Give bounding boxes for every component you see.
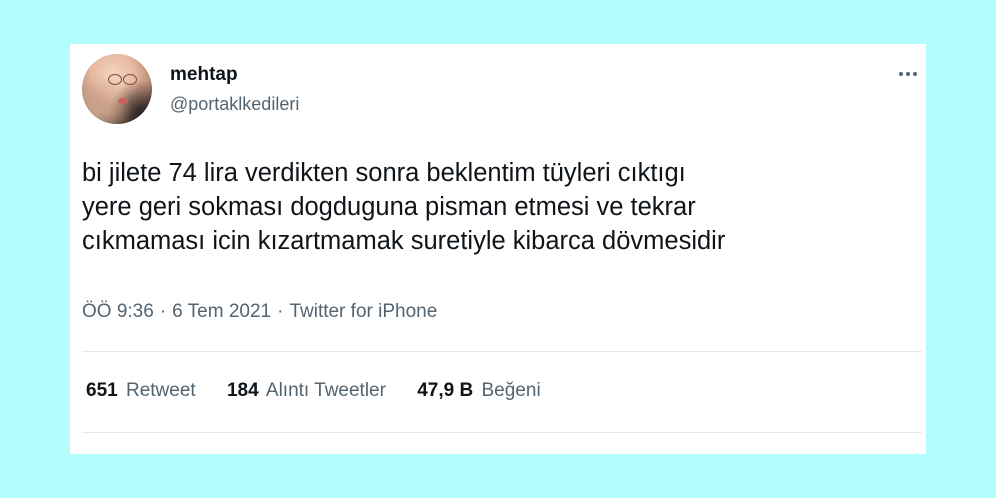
retweets-stat[interactable]: 651 Retweet xyxy=(86,380,196,402)
author-name[interactable]: mehtap xyxy=(170,64,238,86)
tweet-stats: 651 Retweet 184 Alıntı Tweetler 47,9 B B… xyxy=(86,380,567,402)
avatar-glasses xyxy=(108,74,138,85)
author-handle[interactable]: @portaklkedileri xyxy=(170,94,299,115)
tweet-source[interactable]: Twitter for iPhone xyxy=(289,301,437,322)
divider xyxy=(82,432,922,433)
quotes-stat[interactable]: 184 Alıntı Tweetler xyxy=(227,380,386,402)
tweet-date[interactable]: 6 Tem 2021 xyxy=(172,301,271,322)
likes-label: Beğeni xyxy=(481,380,541,401)
tweet-text-line-1: bi jilete 74 lira verdikten sonra beklen… xyxy=(82,159,686,187)
avatar-lips xyxy=(118,98,128,104)
more-options-button[interactable] xyxy=(894,62,922,86)
retweets-count: 651 xyxy=(86,380,118,401)
avatar-photo xyxy=(82,54,152,124)
meta-separator: · xyxy=(277,301,284,322)
avatar[interactable] xyxy=(82,54,152,124)
tweet-text-line-3: cıkmaması icin kızartmamak suretiyle kib… xyxy=(82,227,726,255)
meta-separator: · xyxy=(159,301,167,322)
tweet-text: bi jilete 74 lira verdikten sonra beklen… xyxy=(82,156,922,258)
tweet-text-line-2: yere geri sokması dogduguna pisman etmes… xyxy=(82,193,696,221)
tweet-card: mehtap @portaklkedileri bi jilete 74 lir… xyxy=(70,44,926,454)
likes-count: 47,9 B xyxy=(417,380,474,401)
quotes-count: 184 xyxy=(226,380,259,401)
more-horizontal-icon xyxy=(899,72,903,76)
tweet-time[interactable]: ÖÖ 9:36 xyxy=(82,301,154,322)
quotes-label: Alıntı Tweetler xyxy=(265,380,386,401)
tweet-meta: ÖÖ 9:36 · 6 Tem 2021 · Twitter for iPhone xyxy=(82,301,437,323)
likes-stat[interactable]: 47,9 B Beğeni xyxy=(417,380,540,402)
retweets-label: Retweet xyxy=(125,380,196,401)
divider xyxy=(82,351,922,352)
